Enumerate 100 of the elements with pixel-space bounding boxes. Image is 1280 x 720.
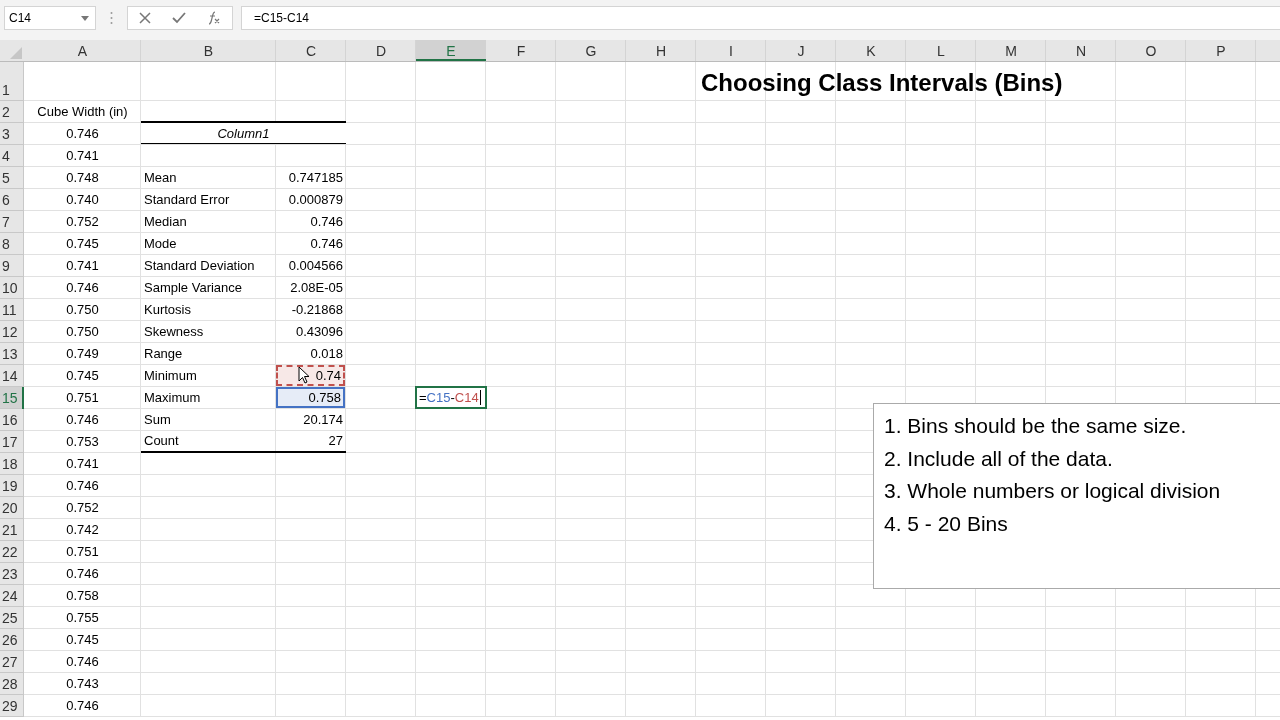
- row-header[interactable]: 9: [0, 255, 24, 277]
- cell-text: 0.004566: [287, 257, 344, 275]
- column-header[interactable]: H: [626, 40, 696, 61]
- cell-text: 0.745: [65, 631, 100, 649]
- row-header[interactable]: 25: [0, 607, 24, 629]
- row-header[interactable]: 16: [0, 409, 24, 431]
- column-header[interactable]: A: [24, 40, 141, 61]
- row-header[interactable]: 12: [0, 321, 24, 343]
- cell-text: 0.755: [65, 609, 100, 627]
- cell-text: 0.749: [65, 345, 100, 363]
- name-box[interactable]: C14: [4, 6, 96, 30]
- cell-text: 20.174: [302, 411, 344, 429]
- cell-text: 0.741: [65, 257, 100, 275]
- column-header[interactable]: E: [416, 40, 486, 61]
- cell-text: 0.745: [65, 235, 100, 253]
- cell-text: 0.746: [65, 125, 100, 143]
- cell-text: 0.746: [309, 235, 344, 253]
- function-icon[interactable]: [207, 11, 222, 25]
- row-header[interactable]: 15: [0, 387, 24, 409]
- row-header[interactable]: 17: [0, 431, 24, 453]
- cell-text: 0.758: [65, 587, 100, 605]
- row-header[interactable]: 29: [0, 695, 24, 717]
- row-header[interactable]: 19: [0, 475, 24, 497]
- cell-text: Range: [143, 345, 184, 363]
- cell-text: 0.743: [65, 675, 100, 693]
- column-header[interactable]: K: [836, 40, 906, 61]
- cell-text: 0.018: [309, 345, 344, 363]
- cell-text: Mode: [143, 235, 178, 253]
- cell-text: 0.746: [65, 279, 100, 297]
- row-header[interactable]: 11: [0, 299, 24, 321]
- row-header[interactable]: 23: [0, 563, 24, 585]
- cell-text: Cube Width (in): [36, 103, 129, 121]
- column-header[interactable]: F: [486, 40, 556, 61]
- cell-text: 0.752: [65, 499, 100, 517]
- cell-editor[interactable]: =C15-C14: [415, 386, 487, 409]
- cell-text: Sample Variance: [143, 279, 244, 297]
- row-header[interactable]: 14: [0, 365, 24, 387]
- row-header[interactable]: 2: [0, 101, 24, 123]
- cell-text: 0.752: [65, 213, 100, 231]
- row-header[interactable]: 22: [0, 541, 24, 563]
- row-header[interactable]: 1: [0, 62, 24, 101]
- row-header[interactable]: 6: [0, 189, 24, 211]
- column-header[interactable]: I: [696, 40, 766, 61]
- cell-text: 0.000879: [287, 191, 344, 209]
- referenced-cell[interactable]: 0.758: [276, 387, 345, 408]
- cell-text: 0.751: [65, 389, 100, 407]
- cell-text: Standard Error: [143, 191, 231, 209]
- cell-text: Skewness: [143, 323, 205, 341]
- row-header[interactable]: 27: [0, 651, 24, 673]
- row-header[interactable]: 21: [0, 519, 24, 541]
- cell-text: 0.741: [65, 147, 100, 165]
- row-header[interactable]: 20: [0, 497, 24, 519]
- cell-text: 0.742: [65, 521, 100, 539]
- cell-text: 0.740: [65, 191, 100, 209]
- formula-field[interactable]: =C15-C14: [241, 6, 1280, 30]
- cell-text: Minimum: [143, 367, 198, 385]
- cell-text: Standard Deviation: [143, 257, 256, 275]
- row-header[interactable]: 8: [0, 233, 24, 255]
- column-header[interactable]: M: [976, 40, 1046, 61]
- cell-text: Median: [143, 213, 188, 231]
- list-item: 4. 5 - 20 Bins: [884, 510, 1008, 537]
- column-header[interactable]: G: [556, 40, 626, 61]
- cell-text: 0.750: [65, 301, 100, 319]
- cell-text: 0.746: [65, 565, 100, 583]
- cell-text: 0.741: [65, 455, 100, 473]
- cancel-icon[interactable]: [138, 12, 151, 24]
- column-header[interactable]: C: [276, 40, 346, 61]
- cell-text: 0.746: [65, 411, 100, 429]
- row-header[interactable]: 10: [0, 277, 24, 299]
- row-header[interactable]: 5: [0, 167, 24, 189]
- cell-text: 0.746: [309, 213, 344, 231]
- column-header[interactable]: P: [1186, 40, 1256, 61]
- column-header[interactable]: J: [766, 40, 836, 61]
- column-header[interactable]: D: [346, 40, 416, 61]
- cell-text: Sum: [143, 411, 172, 429]
- sheet-title: Choosing Class Intervals (Bins): [700, 69, 1064, 97]
- list-item: 1. Bins should be the same size.: [884, 413, 1187, 439]
- cell-text: 0.745: [65, 367, 100, 385]
- grip-icon: [110, 11, 113, 25]
- row-header[interactable]: 18: [0, 453, 24, 475]
- list-item: 2. Include all of the data.: [884, 445, 1113, 472]
- column-header[interactable]: N: [1046, 40, 1116, 61]
- row-header[interactable]: 4: [0, 145, 24, 167]
- cell-text: 0.746: [65, 477, 100, 495]
- check-icon[interactable]: [172, 12, 186, 24]
- row-header[interactable]: 3: [0, 123, 24, 145]
- cell-text: 0.753: [65, 433, 100, 451]
- column-header[interactable]: O: [1116, 40, 1186, 61]
- row-header[interactable]: 7: [0, 211, 24, 233]
- row-header[interactable]: 28: [0, 673, 24, 695]
- cell-text: -0.21868: [290, 301, 344, 319]
- cell-text: 0.751: [65, 543, 100, 561]
- row-header[interactable]: 26: [0, 629, 24, 651]
- row-header[interactable]: 24: [0, 585, 24, 607]
- cell-text: Mean: [143, 169, 178, 187]
- cell-text: 0.43096: [295, 323, 344, 341]
- cell-text: 0.747185: [287, 169, 344, 187]
- row-header[interactable]: 13: [0, 343, 24, 365]
- column-header[interactable]: L: [906, 40, 976, 61]
- column-header[interactable]: B: [141, 40, 276, 61]
